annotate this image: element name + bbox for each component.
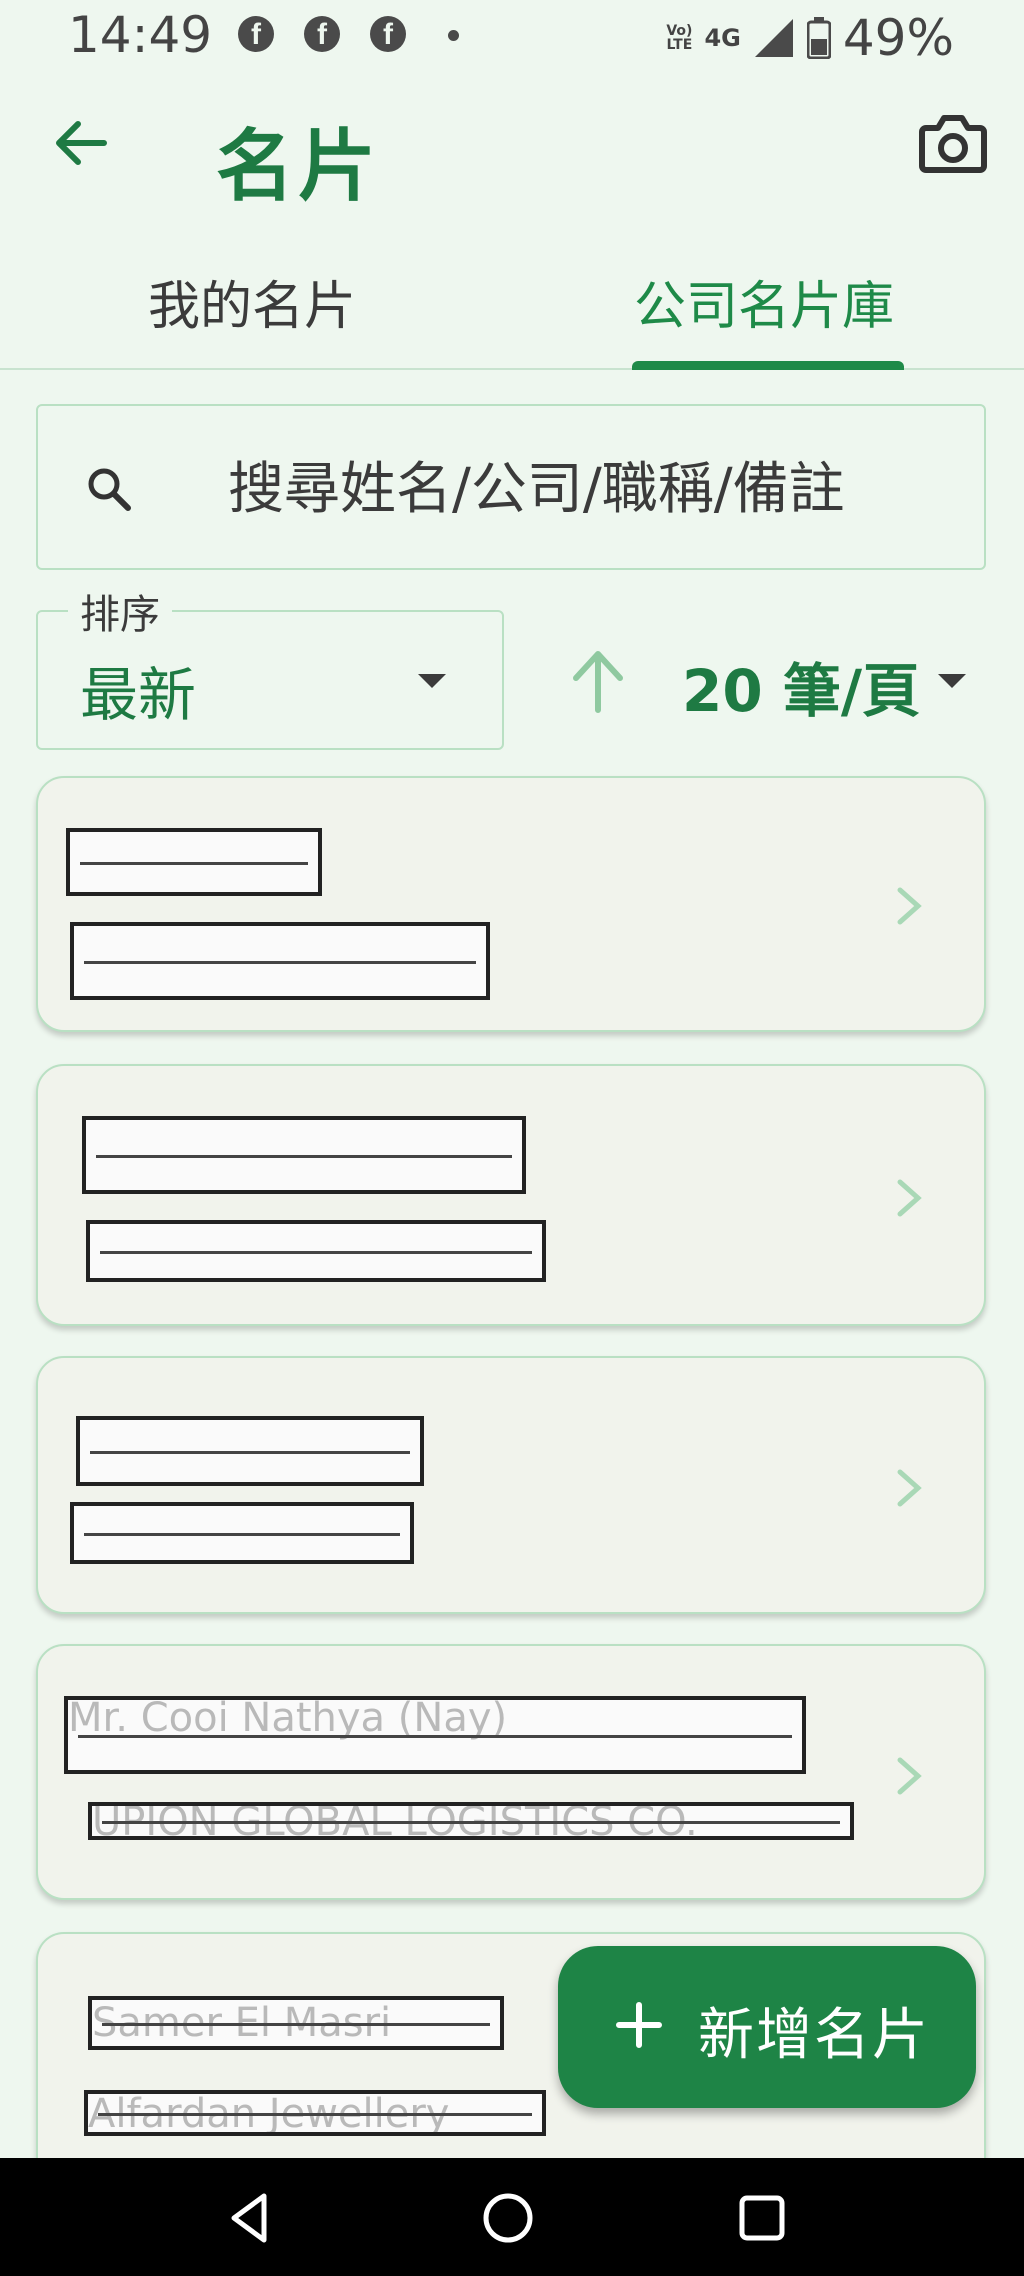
camera-icon[interactable] — [918, 110, 988, 176]
add-card-button[interactable]: 新增名片 — [558, 1946, 976, 2108]
chevron-right-icon — [897, 1757, 922, 1795]
tab-bar: 我的名片 公司名片庫 — [0, 236, 1024, 370]
page-size-selector[interactable]: 20 筆/頁 — [682, 644, 920, 728]
nav-recents-icon[interactable] — [732, 2188, 792, 2248]
card-company — [86, 1220, 546, 1282]
facebook-icon: f — [370, 16, 406, 52]
arrow-up-icon[interactable] — [566, 646, 630, 716]
sort-label: 排序 — [68, 582, 172, 640]
volte-icon: Vo) LTE — [666, 23, 693, 53]
card-company: Alfardan Jewellery — [84, 2090, 546, 2136]
dot-icon — [448, 30, 459, 41]
sort-value: 最新 — [80, 661, 197, 729]
status-time: 14:49 — [68, 6, 213, 64]
chevron-right-icon — [897, 1179, 922, 1217]
system-nav-bar — [0, 2158, 1024, 2276]
card-name — [82, 1116, 526, 1194]
card-name: Mr. Cooi Nathya (Nay) — [64, 1696, 806, 1774]
card-company — [70, 1502, 414, 1564]
card-name — [76, 1416, 424, 1486]
card-item[interactable] — [36, 776, 986, 1032]
card-name — [66, 828, 322, 896]
status-indicators: Vo) LTE 4G 49% — [666, 8, 954, 68]
facebook-icon: f — [304, 16, 340, 52]
nav-home-icon[interactable] — [478, 2188, 538, 2248]
facebook-icon: f — [238, 16, 274, 52]
arrow-back-icon[interactable] — [48, 110, 114, 176]
card-item[interactable]: Mr. Cooi Nathya (Nay) UPION GLOBAL LOGIS… — [36, 1644, 986, 1900]
card-name: Samer El Masri — [88, 1996, 504, 2050]
tab-indicator — [632, 361, 904, 370]
signal-icon — [754, 19, 793, 57]
card-company — [70, 922, 490, 1000]
card-company: UPION GLOBAL LOGISTICS CO. — [88, 1802, 854, 1840]
chevron-down-icon[interactable] — [938, 674, 966, 688]
chevron-right-icon — [897, 887, 922, 925]
page-title: 名片 — [216, 122, 381, 212]
battery-icon — [806, 17, 831, 59]
card-item[interactable] — [36, 1064, 986, 1326]
app-bar: 名片 — [0, 86, 1024, 212]
tab-company-cards[interactable]: 公司名片庫 — [634, 264, 894, 339]
nav-back-icon[interactable] — [220, 2188, 280, 2248]
search-icon — [88, 468, 131, 511]
status-bar: 14:49 f f f Vo) LTE 4G 49% — [0, 0, 1024, 76]
search-input[interactable] — [188, 446, 948, 532]
tab-my-cards[interactable]: 我的名片 — [148, 264, 356, 339]
card-item[interactable] — [36, 1356, 986, 1614]
add-card-label: 新增名片 — [698, 2003, 930, 2068]
chevron-right-icon — [897, 1469, 922, 1507]
plus-icon — [616, 2002, 662, 2048]
chevron-down-icon — [418, 674, 446, 688]
sort-dropdown[interactable]: 排序 最新 — [36, 582, 504, 750]
battery-percent: 49% — [842, 9, 954, 67]
network-4g-icon: 4G — [704, 24, 741, 52]
search-box[interactable] — [36, 404, 986, 570]
